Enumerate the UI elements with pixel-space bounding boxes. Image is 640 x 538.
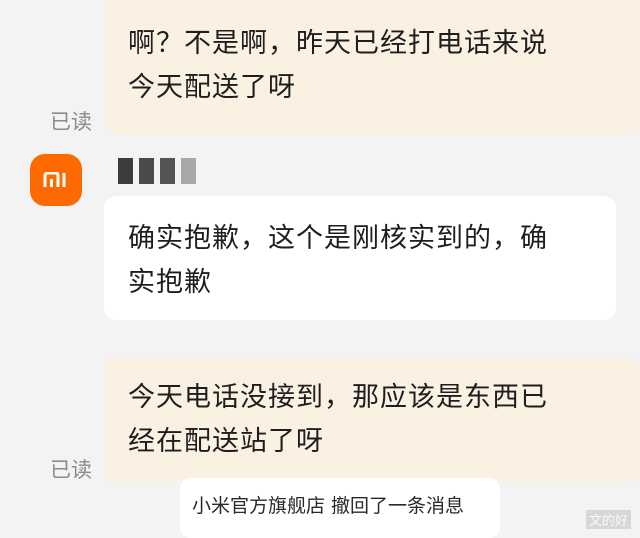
- read-status-label: 已读: [50, 110, 92, 134]
- shop-avatar[interactable]: [30, 154, 82, 206]
- redaction-block: [139, 158, 154, 184]
- message-text-line: 经在配送站了呀: [128, 426, 324, 457]
- message-text-line: 今天电话没接到，那应该是东西已: [128, 382, 548, 413]
- sender-name-redacted: [118, 158, 196, 186]
- message-text-line: 今天配送了呀: [128, 72, 296, 103]
- mi-logo-icon: [43, 172, 66, 187]
- received-message-bubble: 确实抱歉，这个是刚核实到的，确 实抱歉: [104, 196, 616, 320]
- message-text-line: 确实抱歉，这个是刚核实到的，确: [128, 223, 548, 254]
- watermark: 文的好: [586, 510, 632, 529]
- message-text-line: 实抱歉: [128, 267, 212, 298]
- read-status-label: 已读: [50, 458, 92, 482]
- message-text-line: 啊？不是啊，昨天已经打电话来说: [128, 28, 548, 59]
- redaction-block: [160, 158, 175, 184]
- recall-notice: 小米官方旗舰店 撤回了一条消息: [180, 478, 500, 538]
- redaction-block: [118, 158, 133, 184]
- sent-message-bubble: 啊？不是啊，昨天已经打电话来说 今天配送了呀: [104, 0, 640, 134]
- sent-message-bubble: 今天电话没接到，那应该是东西已 经在配送站了呀: [104, 358, 640, 482]
- redaction-block: [181, 158, 196, 184]
